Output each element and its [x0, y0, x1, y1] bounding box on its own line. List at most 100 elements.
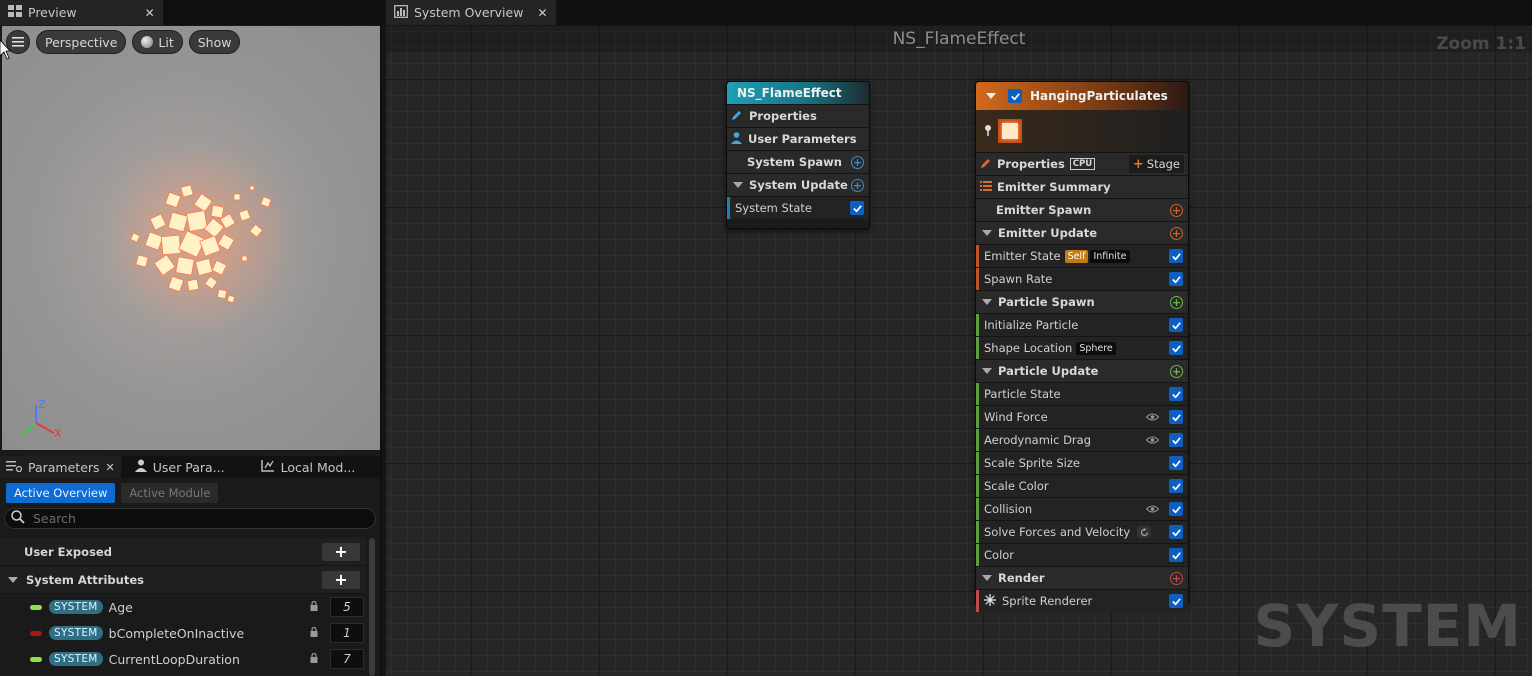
user-exposed-label: User Exposed [24, 544, 112, 559]
eye-icon[interactable] [1145, 411, 1160, 424]
tab-system-overview[interactable]: System Overview ✕ [386, 0, 556, 25]
param-value[interactable]: 7 [330, 649, 364, 669]
param-value[interactable]: 1 [330, 623, 364, 643]
system-spawn-row[interactable]: System Spawn + [727, 150, 869, 173]
chevron-down-icon[interactable] [982, 230, 992, 236]
checkbox[interactable] [1169, 456, 1183, 470]
tab-parameters[interactable]: Parameters ✕ [0, 456, 121, 478]
param-row[interactable]: SYSTEM Age 5 [0, 594, 366, 620]
checkbox[interactable] [1169, 548, 1183, 562]
system-state-row[interactable]: System State [727, 196, 869, 219]
add-circle-icon[interactable]: + [1170, 571, 1183, 585]
emitter-node[interactable]: HangingParticulates Properties CPU + Sta… [975, 81, 1189, 612]
param-value[interactable]: 5 [330, 597, 364, 617]
system-node-header[interactable]: NS_FlameEffect [727, 82, 869, 104]
emitter-enabled-checkbox[interactable] [1008, 89, 1022, 103]
module-label: Scale Sprite Size [984, 456, 1080, 470]
chevron-down-icon[interactable] [986, 93, 996, 99]
add-circle-icon[interactable]: + [1170, 364, 1183, 378]
eye-icon[interactable] [1145, 434, 1160, 447]
module-row[interactable]: Initialize Particle [976, 313, 1188, 336]
module-row[interactable]: Wind Force [976, 405, 1188, 428]
checkbox[interactable] [1169, 433, 1183, 447]
active-overview-button[interactable]: Active Overview [6, 483, 116, 503]
emitter-summary-row[interactable]: Emitter Summary [976, 175, 1188, 198]
add-stage-button[interactable]: + Stage [1128, 155, 1184, 173]
close-icon[interactable]: ✕ [106, 461, 115, 474]
system-properties-row[interactable]: Properties [727, 104, 869, 127]
tab-local-mod[interactable]: Local Mod... [255, 456, 362, 478]
checkbox[interactable] [1169, 387, 1183, 401]
chevron-down-icon[interactable] [982, 299, 992, 305]
module-row[interactable]: Shape Location Sphere [976, 336, 1188, 359]
checkbox[interactable] [1169, 272, 1183, 286]
module-row[interactable]: Particle State [976, 382, 1188, 405]
checkbox[interactable] [1169, 318, 1183, 332]
add-circle-icon[interactable]: + [1170, 295, 1183, 309]
cpu-icon: CPU [1069, 158, 1096, 170]
param-row[interactable]: SYSTEM CurrentLoopDuration 7 [0, 646, 366, 672]
user-exposed-section[interactable]: User Exposed + [0, 538, 366, 566]
module-row[interactable]: Solve Forces and Velocity [976, 520, 1188, 543]
close-icon[interactable]: ✕ [145, 6, 155, 20]
sprite-icon [984, 593, 996, 609]
emitter-spawn-row[interactable]: Emitter Spawn + [976, 198, 1188, 221]
module-row[interactable]: Aerodynamic Drag [976, 428, 1188, 451]
emitter-thumbnail[interactable] [998, 119, 1022, 143]
parameters-scrollbar[interactable] [369, 538, 375, 676]
eye-icon[interactable] [1145, 503, 1160, 516]
add-circle-icon[interactable]: + [851, 178, 864, 192]
checkbox[interactable] [1169, 341, 1183, 355]
chevron-down-icon[interactable] [8, 576, 18, 583]
module-row[interactable]: Collision [976, 497, 1188, 520]
tab-preview[interactable]: Preview ✕ [0, 0, 163, 25]
emitter-update-row[interactable]: Emitter Update + [976, 221, 1188, 244]
close-icon[interactable]: ✕ [537, 6, 547, 20]
module-row[interactable]: Sprite Renderer [976, 589, 1188, 612]
preview-viewport[interactable]: Perspective Lit Show Z X [2, 26, 380, 450]
system-update-row[interactable]: System Update + [727, 173, 869, 196]
system-tag: SYSTEM [49, 626, 103, 640]
checkbox[interactable] [1169, 502, 1183, 516]
add-circle-icon[interactable]: + [1170, 203, 1183, 217]
search-input[interactable]: Search [33, 511, 76, 526]
search-box[interactable]: Search [4, 508, 376, 529]
emitter-node-header[interactable]: HangingParticulates [976, 82, 1188, 110]
checkbox[interactable] [850, 201, 864, 215]
module-row[interactable]: Color [976, 543, 1188, 566]
tab-user-params[interactable]: User Para... [129, 456, 231, 478]
reset-icon[interactable] [1137, 526, 1152, 538]
checkbox[interactable] [1169, 410, 1183, 424]
add-circle-icon[interactable]: + [1170, 226, 1183, 240]
type-indicator [30, 604, 42, 610]
active-module-button[interactable]: Active Module [121, 483, 219, 503]
stage-bar [976, 245, 979, 267]
system-node[interactable]: NS_FlameEffect Properties User Parameter… [726, 81, 870, 229]
checkbox[interactable] [1169, 249, 1183, 263]
module-row[interactable]: Spawn Rate [976, 267, 1188, 290]
param-row[interactable]: SYSTEM bCompleteOnInactive 1 [0, 620, 366, 646]
system-overview-graph[interactable]: NS_FlameEffect Zoom 1:1 SYSTEM NS_FlameE… [386, 26, 1532, 676]
checkbox[interactable] [1169, 479, 1183, 493]
render-row[interactable]: Render + [976, 566, 1188, 589]
chevron-down-icon[interactable] [982, 368, 992, 374]
emitter-properties-row[interactable]: Properties CPU + Stage [976, 152, 1188, 175]
add-circle-icon[interactable]: + [851, 155, 864, 169]
chevron-down-icon[interactable] [982, 575, 992, 581]
pin-icon[interactable] [984, 124, 992, 139]
system-attributes-section[interactable]: System Attributes + [0, 566, 366, 594]
particle-spawn-label: Particle Spawn [998, 295, 1095, 309]
particle-update-row[interactable]: Particle Update + [976, 359, 1188, 382]
module-row[interactable]: Emitter State Self Infinite [976, 244, 1188, 267]
module-label: Initialize Particle [984, 318, 1079, 332]
add-system-attribute-button[interactable]: + [322, 570, 360, 589]
checkbox[interactable] [1169, 594, 1183, 608]
user-parameters-row[interactable]: User Parameters [727, 127, 869, 150]
add-user-exposed-button[interactable]: + [322, 542, 360, 561]
chevron-down-icon[interactable] [733, 182, 743, 188]
module-row[interactable]: Scale Color [976, 474, 1188, 497]
module-row[interactable]: Scale Sprite Size [976, 451, 1188, 474]
checkbox[interactable] [1169, 525, 1183, 539]
particle-spawn-row[interactable]: Particle Spawn + [976, 290, 1188, 313]
tab-parameters-label: Parameters [28, 459, 100, 475]
